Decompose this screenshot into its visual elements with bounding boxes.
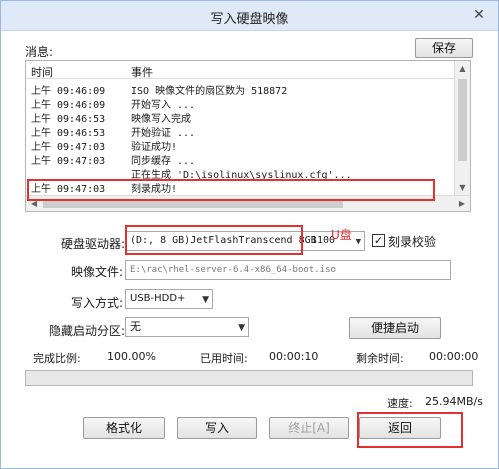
log-row: 上午 09:46:09 开始写入 ... <box>31 100 196 111</box>
done-ratio-label: 完成比例: <box>33 352 81 365</box>
scroll-up-icon[interactable]: ▲ <box>455 62 470 76</box>
save-button[interactable]: 保存 <box>415 38 473 58</box>
log-row: 上午 09:46:53 开始验证 ... <box>31 128 196 139</box>
image-file-label: 映像文件: <box>71 265 124 279</box>
done-ratio-value: 100.00% <box>107 350 156 363</box>
log-row: 正在生成 'D:\isolinux\syslinux.cfg'... <box>131 170 352 181</box>
image-file-input[interactable]: E:\rac\rhel-server-6.4-x86_64-boot.iso <box>125 260 451 280</box>
hidden-partition-label: 隐藏启动分区: <box>49 324 126 338</box>
log-row: 上午 09:46:53 映像写入完成 <box>31 114 191 125</box>
scroll-thumb-horizontal[interactable] <box>43 200 343 208</box>
log-row: 上午 09:46:09 ISO 映像文件的扇区数为 518872 <box>31 86 288 97</box>
log-row: 上午 09:47:03 验证成功! <box>31 142 178 153</box>
write-mode-select[interactable]: USB-HDD+ ▼ <box>125 289 213 309</box>
log-header: 时间 事件 <box>26 61 454 79</box>
usb-annotation: U盘 <box>331 228 352 242</box>
write-button[interactable]: 写入 <box>177 417 257 439</box>
write-disk-image-dialog: 写入硬盘映像 ✕ 消息: 保存 时间 事件 上午 09:46:09 ISO 映像文… <box>0 0 499 469</box>
drive-label: 硬盘驱动器: <box>61 237 126 251</box>
hidden-partition-select[interactable]: 无 ▼ <box>125 317 249 337</box>
messages-label: 消息: <box>25 45 54 59</box>
remaining-label: 剩余时间: <box>356 352 404 365</box>
speed-label: 速度: <box>387 397 413 410</box>
log-vertical-scrollbar[interactable]: ▲ ▼ <box>454 61 470 196</box>
dialog-body: 消息: 保存 时间 事件 上午 09:46:09 ISO 映像文件的扇区数为 51… <box>1 32 498 468</box>
verify-checkbox[interactable]: ✓ <box>372 234 385 247</box>
scroll-thumb[interactable] <box>458 79 467 161</box>
time-column-header: 时间 <box>31 66 53 79</box>
close-icon[interactable]: ✕ <box>468 5 490 25</box>
event-column-header: 事件 <box>131 66 153 79</box>
scroll-right-icon[interactable]: ▶ <box>455 196 469 211</box>
back-highlight-box <box>357 412 463 448</box>
chevron-down-icon: ▼ <box>238 323 245 333</box>
stop-button[interactable]: 终止[A] <box>269 417 349 439</box>
format-button[interactable]: 格式化 <box>83 417 165 439</box>
remaining-value: 00:00:00 <box>429 350 479 363</box>
scroll-down-icon[interactable]: ▼ <box>455 181 470 195</box>
success-highlight-box <box>27 179 435 201</box>
window-title: 写入硬盘映像 <box>210 12 289 27</box>
log-row: 上午 09:47:03 同步缓存 ... <box>31 156 196 167</box>
verify-label: 刻录校验 <box>388 235 437 249</box>
speed-value: 25.94MB/s <box>425 395 483 408</box>
quick-boot-button[interactable]: 便捷启动 <box>349 317 441 339</box>
drive-highlight-box <box>125 225 303 255</box>
chevron-down-icon: ▼ <box>355 237 361 247</box>
write-mode-label: 写入方式: <box>71 296 124 310</box>
elapsed-value: 00:00:10 <box>269 350 319 363</box>
title-bar: 写入硬盘映像 ✕ <box>1 1 498 31</box>
elapsed-label: 已用时间: <box>200 352 248 365</box>
chevron-down-icon: ▼ <box>202 295 209 305</box>
write-progress-bar <box>25 370 473 386</box>
